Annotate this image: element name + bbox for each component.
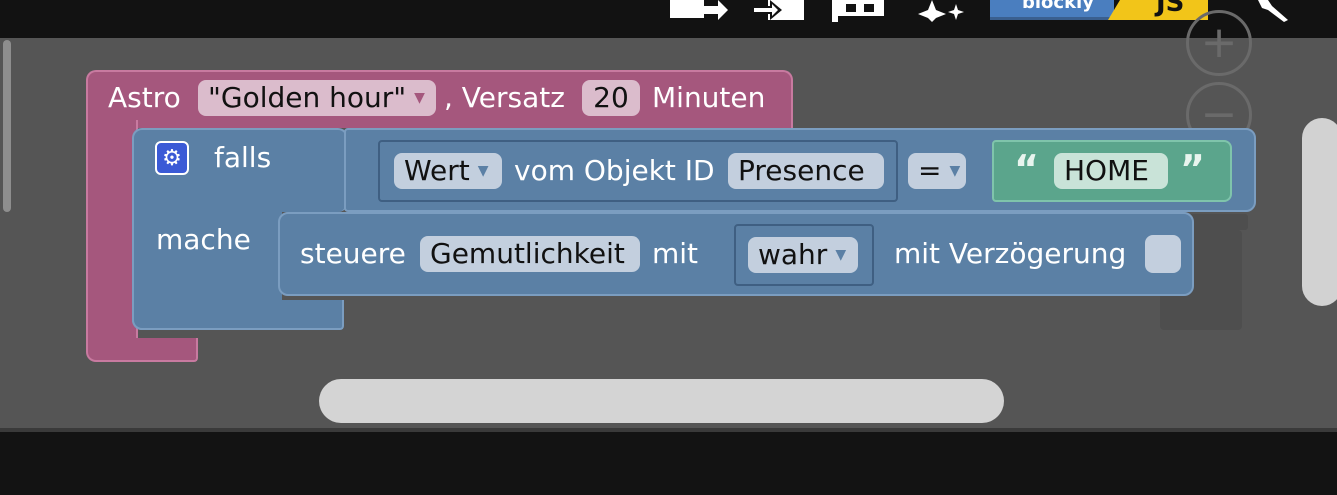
zoom-in-button[interactable]: + [1186, 10, 1252, 76]
if-block-bottom [132, 300, 344, 330]
operator-dropdown[interactable]: = ▼ [908, 153, 966, 189]
text-value-field[interactable]: HOME [1054, 153, 1168, 189]
text-value: HOME [1064, 154, 1149, 187]
import-icon[interactable] [750, 0, 806, 22]
with-label: mit [652, 237, 699, 270]
delay-label: mit Verzögerung [894, 237, 1127, 270]
blockly-logo[interactable]: blockly [990, 0, 1114, 20]
bottom-bar [0, 432, 1337, 495]
if-label: falls [214, 141, 272, 174]
wrench-icon[interactable] [1254, 0, 1294, 22]
quote-open-icon: “ [1014, 147, 1039, 191]
object-id-value: Presence [738, 154, 865, 187]
toolbar: blockly JS [0, 0, 1337, 38]
chevron-down-icon: ▼ [414, 90, 425, 106]
object-id-field[interactable]: Presence [728, 153, 884, 189]
vertical-scrollbar[interactable] [1302, 118, 1337, 306]
zoom-in-icon: + [1200, 17, 1238, 68]
flag-icon[interactable] [832, 0, 886, 22]
do-label: mache [156, 223, 251, 256]
astro-event-value: "Golden hour" [208, 81, 407, 114]
chevron-down-icon: ▼ [949, 163, 961, 179]
gear-icon[interactable]: ⚙ [155, 141, 189, 175]
control-label: steuere [300, 237, 406, 270]
horizontal-scrollbar[interactable] [319, 379, 1004, 423]
chevron-down-icon: ▼ [835, 247, 847, 263]
blockly-label: blockly [1022, 0, 1094, 13]
left-scrollbar[interactable] [3, 40, 11, 212]
control-object-value: Gemutlichkeit [430, 237, 625, 270]
astro-block-bottom [86, 338, 198, 362]
chevron-down-icon: ▼ [477, 163, 489, 179]
boolean-value: wahr [758, 238, 828, 271]
js-label: JS [1156, 0, 1185, 18]
export-icon[interactable] [668, 0, 728, 22]
unit-label: Minuten [652, 81, 766, 114]
offset-value: 20 [593, 81, 629, 114]
operator-value: = [918, 154, 942, 187]
property-dropdown[interactable]: Wert ▼ [394, 153, 502, 189]
of-object-label: vom Objekt ID [514, 154, 715, 187]
js-logo[interactable]: JS [1108, 0, 1208, 20]
property-value: Wert [404, 154, 470, 187]
sparkle-icon[interactable] [918, 0, 966, 22]
delay-checkbox[interactable] [1145, 235, 1181, 273]
quote-close-icon: ” [1180, 147, 1205, 191]
control-object-field[interactable]: Gemutlichkeit [420, 236, 640, 272]
offset-label: , Versatz [444, 81, 565, 114]
astro-event-dropdown[interactable]: "Golden hour" ▼ [198, 80, 436, 116]
boolean-dropdown[interactable]: wahr ▼ [748, 237, 858, 273]
astro-block-spine [86, 120, 138, 360]
offset-input[interactable]: 20 [582, 80, 640, 116]
astro-label: Astro [108, 81, 181, 114]
